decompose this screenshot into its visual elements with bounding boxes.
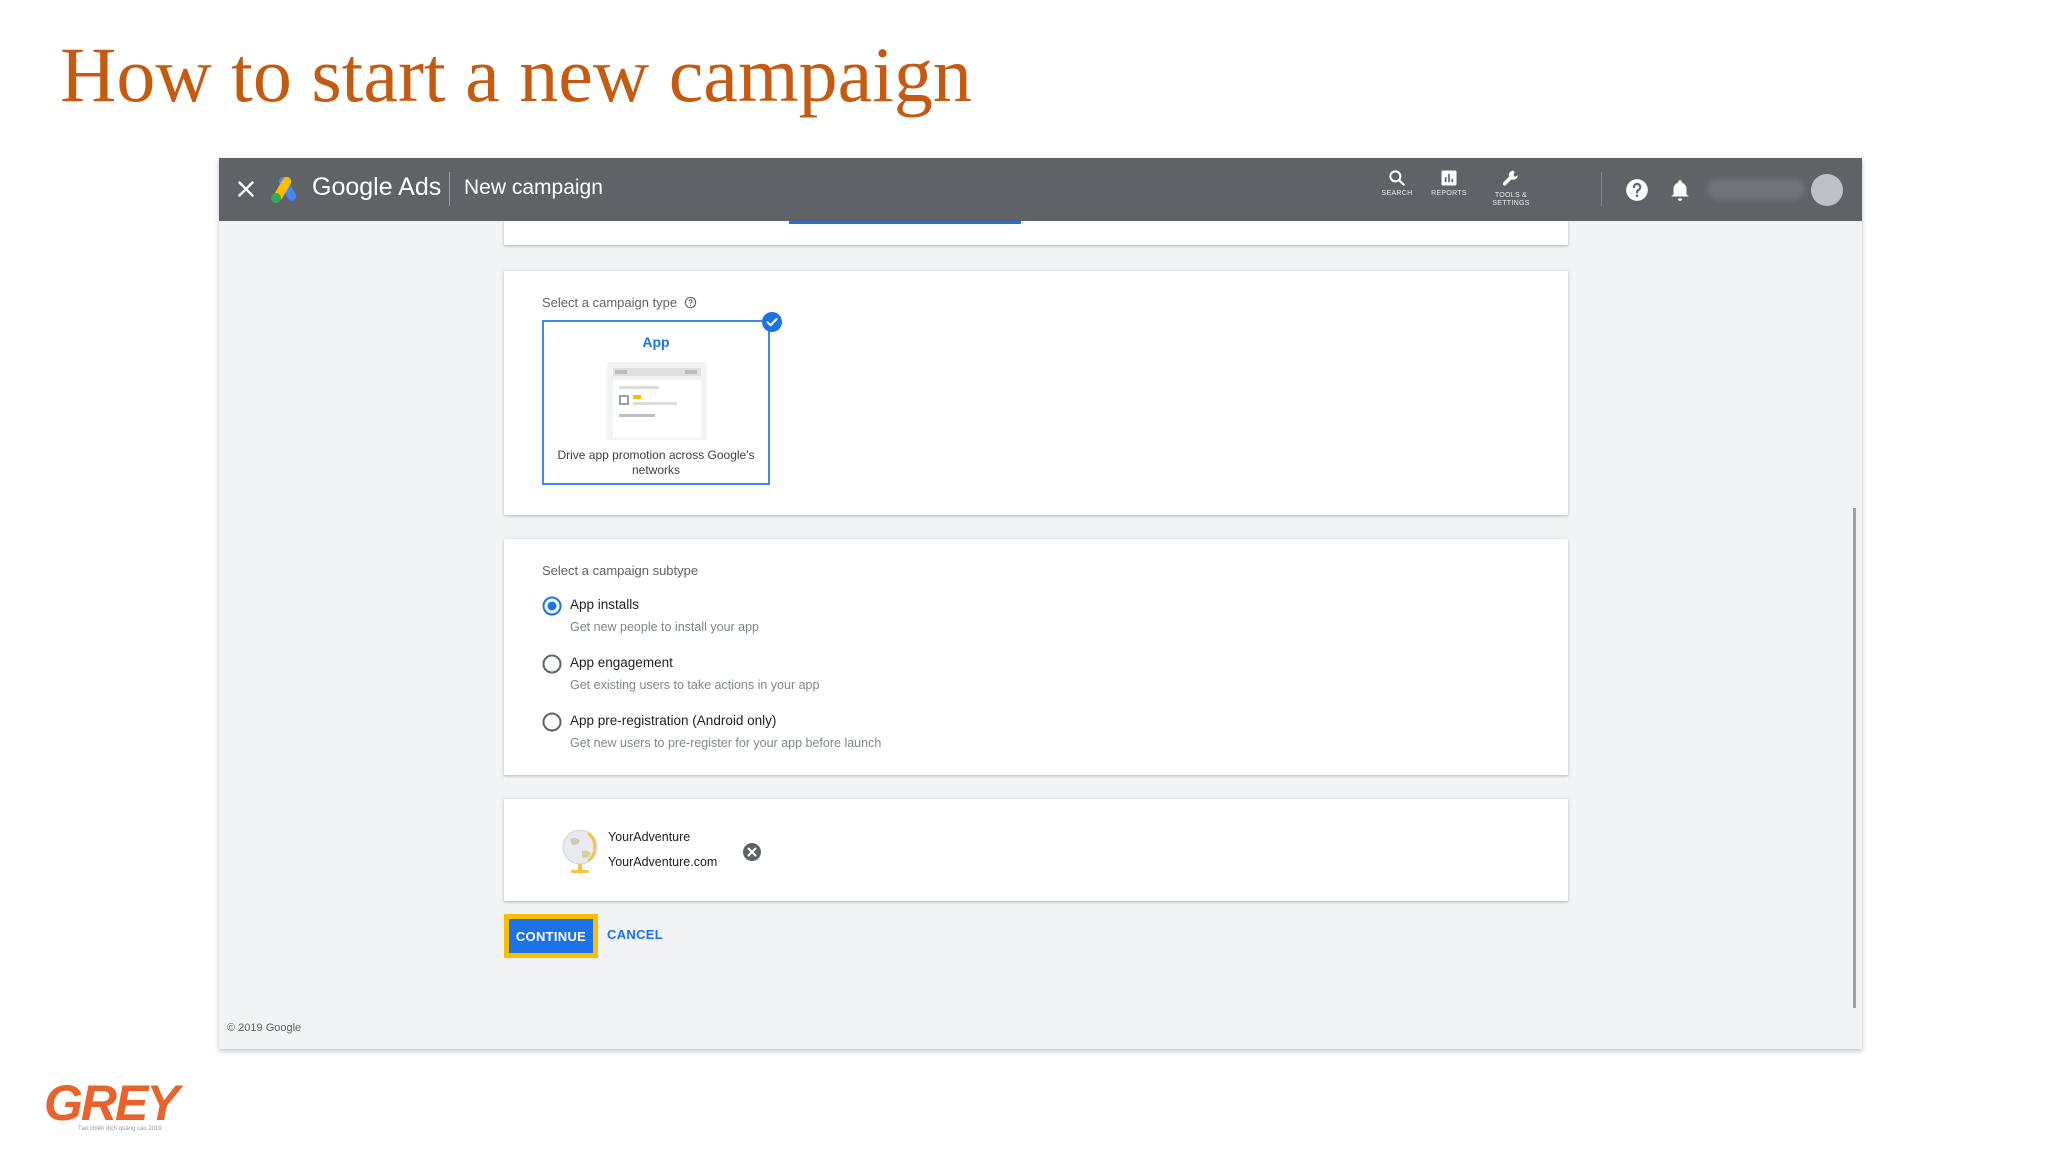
subtype-description: Get existing users to take actions in yo… — [570, 678, 820, 692]
google-ads-logo-icon — [271, 176, 297, 203]
avatar[interactable] — [1811, 174, 1843, 206]
radio-selected-icon[interactable] — [542, 596, 562, 616]
search-icon — [1389, 170, 1405, 186]
subtype-label: App engagement — [570, 655, 673, 670]
app-globe-icon — [562, 829, 598, 873]
campaign-type-name: App — [642, 334, 670, 350]
help-icon[interactable] — [1624, 177, 1650, 203]
selected-check-icon — [762, 312, 782, 332]
search-tool-label: SEARCH — [1381, 190, 1413, 197]
app-name: YourAdventure — [608, 830, 691, 844]
remove-app-icon[interactable] — [742, 842, 762, 862]
subtype-label: App installs — [570, 597, 640, 612]
campaign-subtype-card: Select a campaign subtype App installs G… — [504, 539, 1568, 775]
grey-logo-tagline: Tạo chiến dịch quảng cáo 2019 — [78, 1126, 162, 1132]
app-campaign-illustration — [607, 362, 707, 440]
reports-tool-label: REPORTS — [1431, 190, 1467, 197]
close-icon[interactable] — [233, 176, 259, 202]
campaign-type-section-label: Select a campaign type — [542, 295, 697, 310]
campaign-type-card: Select a campaign type App Drive app pro… — [504, 271, 1568, 515]
subtype-description: Get new people to install your app — [570, 620, 760, 634]
search-tool-button[interactable]: SEARCH — [1369, 168, 1425, 198]
grey-logo-word: GREY — [44, 1075, 180, 1131]
scrollbar[interactable] — [1853, 508, 1856, 1008]
reports-icon — [1441, 170, 1457, 186]
screenshot-window: Google Ads New campaign SEARCH REPORTS T… — [219, 158, 1862, 1049]
campaign-type-description: Drive app promotion across Google's netw… — [557, 448, 755, 477]
wrench-icon — [1502, 170, 1518, 186]
header-divider — [449, 172, 450, 206]
reports-tool-button[interactable]: REPORTS — [1421, 168, 1477, 198]
notifications-bell-icon[interactable] — [1667, 177, 1693, 203]
app-url: YourAdventure.com — [608, 855, 718, 869]
campaign-type-label-text: Select a campaign type — [542, 295, 678, 310]
selected-app-card: YourAdventure YourAdventure.com — [504, 799, 1568, 901]
subtype-description: Get new users to pre-register for your a… — [570, 736, 882, 750]
cancel-button[interactable]: CANCEL — [607, 927, 663, 942]
page-title: New campaign — [464, 176, 603, 199]
campaign-subtype-section-label: Select a campaign subtype — [542, 563, 699, 578]
radio-unselected-icon[interactable] — [542, 654, 562, 674]
help-outline-icon[interactable] — [684, 296, 697, 309]
campaign-type-app-tile[interactable]: App Drive app promotion across Google's … — [542, 320, 770, 485]
tools-settings-label: TOOLS & SETTINGS — [1492, 192, 1530, 207]
slide-title: How to start a new campaign — [60, 31, 972, 118]
radio-unselected-icon[interactable] — [542, 712, 562, 732]
grey-logo: GREY Tạo chiến dịch quảng cáo 2019 — [44, 1078, 209, 1138]
continue-button[interactable]: CONTINUE — [504, 914, 598, 958]
toolbar-divider — [1601, 172, 1602, 206]
account-name-blurred[interactable] — [1707, 178, 1805, 200]
tools-settings-button[interactable]: TOOLS & SETTINGS — [1480, 168, 1542, 208]
footer-copyright: © 2019 Google — [227, 1022, 302, 1034]
campaign-goal-card-partial — [504, 221, 1568, 245]
google-ads-brand: Google Ads — [312, 173, 442, 201]
subtype-label: App pre-registration (Android only) — [570, 713, 777, 728]
top-app-bar: Google Ads New campaign SEARCH REPORTS T… — [219, 158, 1862, 221]
selected-goal-indicator — [789, 221, 1021, 224]
